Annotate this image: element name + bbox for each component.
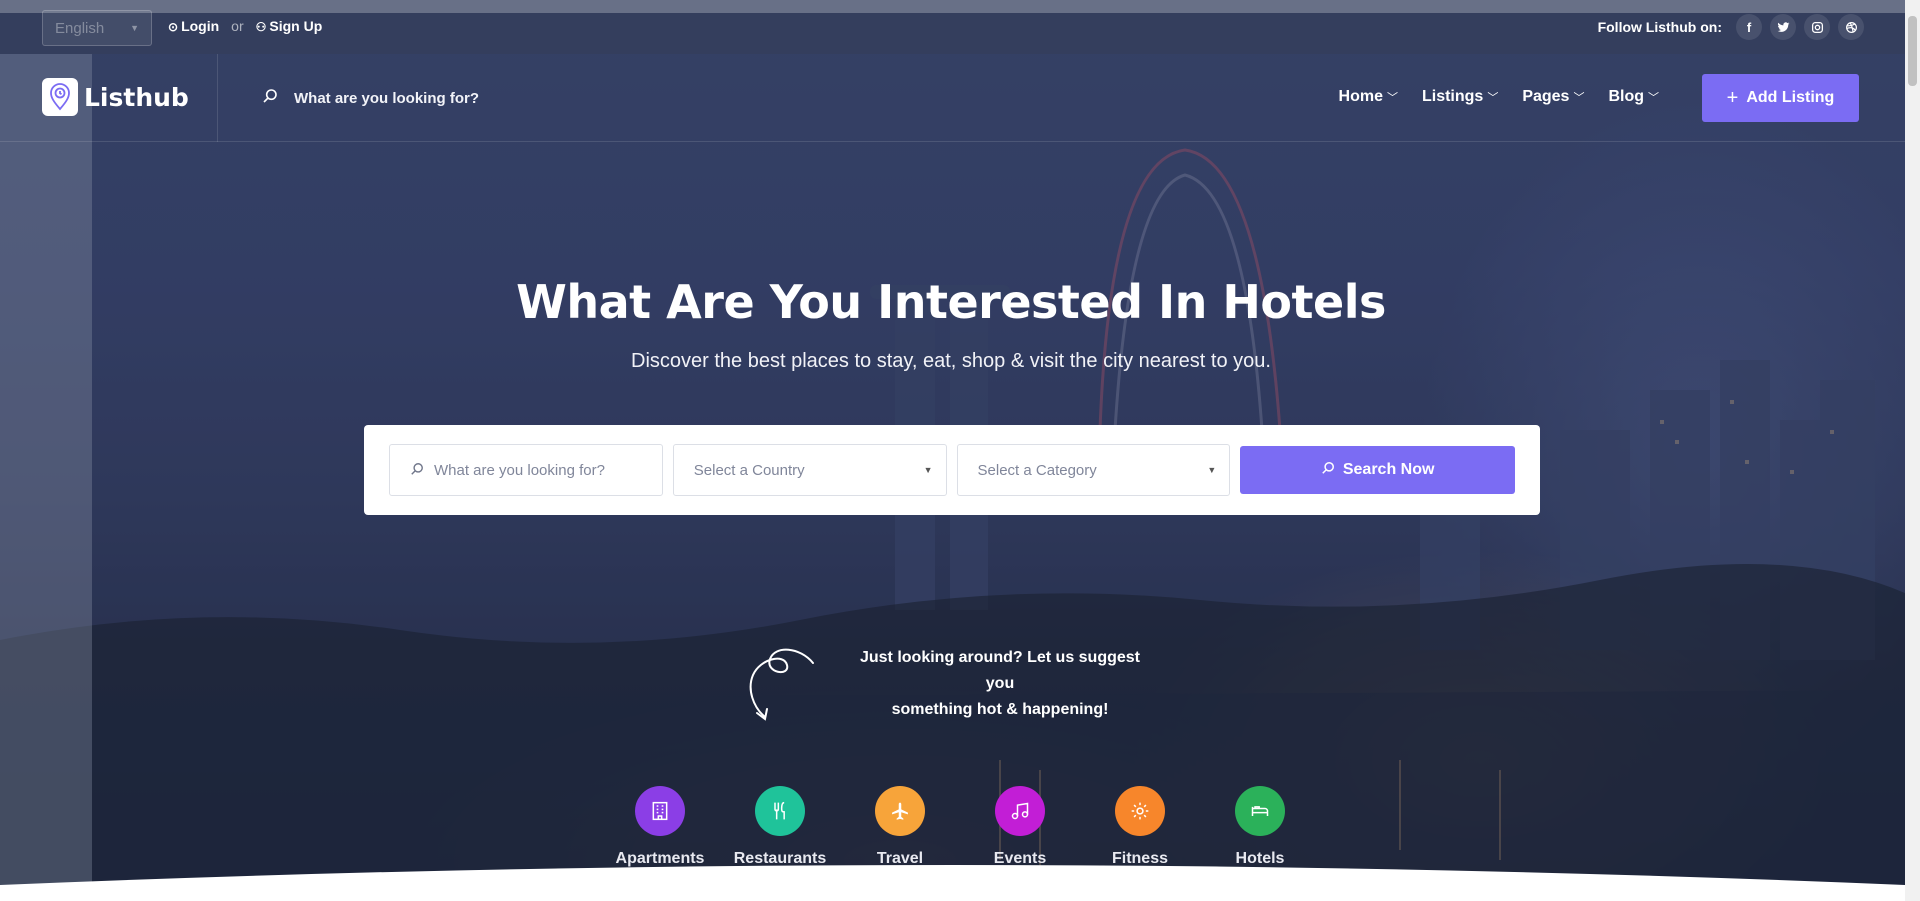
signup-link[interactable]: ⚇ Sign Up (256, 18, 323, 34)
twitter-icon[interactable] (1770, 14, 1796, 40)
curly-arrow-icon (749, 648, 814, 721)
category-select[interactable]: Select a Category ▼ (956, 444, 1231, 496)
suggest-line-1: Just looking around? Let us suggest you (859, 649, 1140, 692)
header-search-placeholder: What are you looking for? (294, 89, 480, 107)
left-shade (0, 54, 92, 901)
search-icon (1321, 461, 1335, 480)
search-form: What are you looking for? Select a Count… (364, 425, 1540, 515)
cutlery-icon (755, 786, 805, 836)
chevron-down-icon: ﹀ (1487, 92, 1499, 104)
suggest-text: Just looking around? Let us suggest you … (845, 645, 1155, 723)
hero-subtitle: Discover the best places to stay, eat, s… (631, 350, 1271, 372)
chevron-down-icon: ▼ (923, 465, 933, 475)
chevron-down-icon: ▼ (1207, 465, 1217, 475)
header-divider (217, 54, 218, 142)
follow-label: Follow Listhub on: (1597, 19, 1722, 35)
category-select-value: Select a Category (977, 461, 1097, 479)
nav-listings[interactable]: Listings ﹀ (1422, 88, 1498, 106)
auth-links: ⊙ Login or ⚇ Sign Up (168, 18, 322, 34)
login-link[interactable]: ⊙ Login (168, 18, 219, 34)
scrollbar-thumb[interactable] (1908, 16, 1917, 86)
main-header: Listhub What are you looking for? Home ﹀ … (0, 54, 1905, 142)
plane-icon (875, 786, 925, 836)
nav-blog[interactable]: Blog ﹀ (1608, 88, 1659, 106)
country-select[interactable]: Select a Country ▼ (672, 444, 947, 496)
user-plus-icon: ⚇ (255, 20, 267, 34)
main-nav: Home ﹀ Listings ﹀ Pages ﹀ Blog ﹀ (1339, 88, 1659, 106)
search-icon (410, 462, 424, 479)
login-icon: ⊙ (168, 20, 179, 34)
language-select[interactable]: English ▼ (42, 10, 152, 46)
scrollbar[interactable] (1905, 0, 1920, 901)
chevron-down-icon: ﹀ (1386, 92, 1398, 104)
search-now-button[interactable]: Search Now (1240, 446, 1516, 494)
brand-logo[interactable]: Listhub (42, 78, 189, 116)
chevron-down-icon: ﹀ (1648, 92, 1659, 104)
header-search[interactable]: What are you looking for? (262, 88, 479, 108)
hero-title: What Are You Interested In Hotels (516, 275, 1386, 329)
brand-name: Listhub (84, 82, 189, 112)
building-icon (635, 786, 685, 836)
nav-home[interactable]: Home ﹀ (1339, 88, 1398, 106)
gear-icon (1115, 786, 1165, 836)
instagram-icon[interactable] (1804, 14, 1830, 40)
follow-social: Follow Listhub on: f (1598, 14, 1864, 40)
bed-icon (1235, 786, 1285, 836)
suggest-block: Just looking around? Let us suggest you … (745, 645, 1155, 725)
dribbble-icon[interactable] (1838, 14, 1864, 40)
language-value: English (55, 19, 105, 37)
facebook-icon[interactable]: f (1736, 14, 1762, 40)
keyword-input[interactable]: What are you looking for? (389, 444, 663, 496)
music-icon (995, 786, 1045, 836)
keyword-placeholder: What are you looking for? (434, 461, 605, 479)
bottom-curve (0, 865, 1905, 901)
add-listing-button[interactable]: + Add Listing (1702, 74, 1859, 122)
suggest-line-2: something hot & happening! (891, 701, 1109, 718)
country-select-value: Select a Country (693, 461, 805, 479)
chevron-down-icon: ▼ (130, 23, 139, 33)
or-text: or (231, 18, 244, 34)
logo-pin-icon (42, 78, 78, 116)
nav-pages[interactable]: Pages ﹀ (1522, 88, 1584, 106)
search-icon (262, 88, 278, 108)
chevron-down-icon: ﹀ (1573, 92, 1585, 104)
plus-icon: + (1726, 86, 1739, 109)
